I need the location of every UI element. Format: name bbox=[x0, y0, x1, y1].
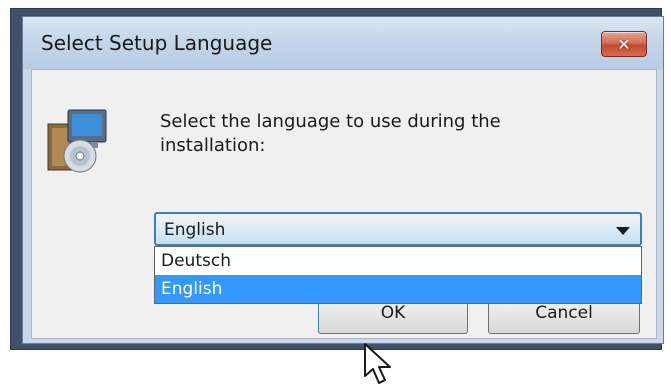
setup-language-dialog: Select Setup Language ✕ Select the langu… bbox=[22, 16, 664, 384]
selected-language: English bbox=[164, 220, 226, 240]
language-option-deutsch[interactable]: Deutsch bbox=[155, 247, 641, 275]
close-icon: ✕ bbox=[617, 34, 631, 54]
language-dropdown-list: Deutsch English bbox=[154, 246, 642, 304]
setup-computer-cd-icon bbox=[47, 109, 107, 173]
mouse-pointer-icon bbox=[364, 343, 391, 384]
instruction-text: Select the language to use during the in… bbox=[160, 111, 501, 156]
window-title: Select Setup Language bbox=[41, 31, 273, 55]
close-button[interactable]: ✕ bbox=[601, 31, 647, 57]
title-bar[interactable]: Select Setup Language ✕ bbox=[23, 17, 663, 69]
language-option-english[interactable]: English bbox=[155, 275, 641, 303]
chevron-down-icon[interactable] bbox=[616, 227, 630, 235]
dialog-body: Select the language to use during the in… bbox=[31, 69, 657, 384]
language-combobox[interactable]: English bbox=[154, 212, 642, 246]
